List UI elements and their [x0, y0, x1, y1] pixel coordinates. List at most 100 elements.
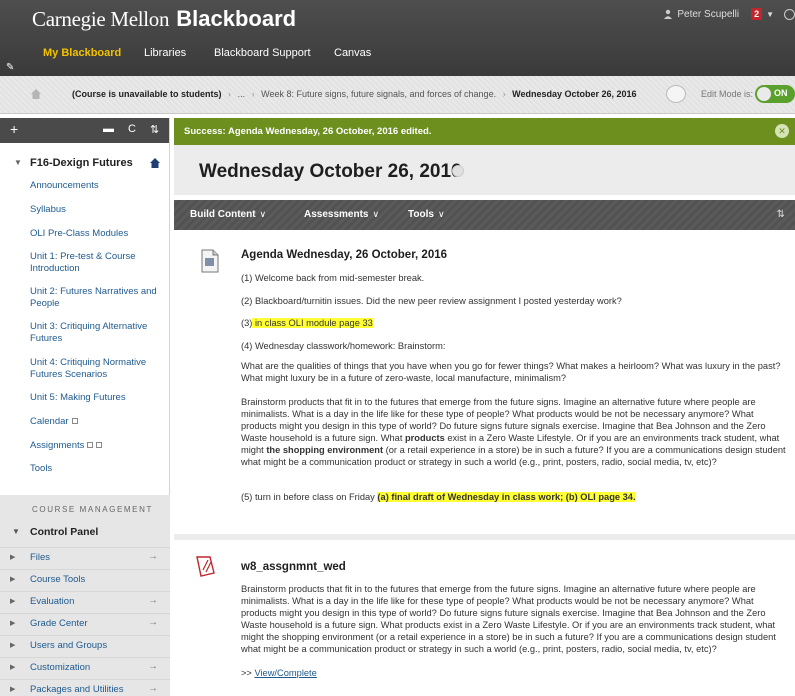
brand-blackboard: Blackboard	[176, 6, 297, 31]
folder-view-icon[interactable]: ▬	[103, 123, 114, 135]
chevron-down-icon: ∨	[437, 209, 445, 219]
expand-arrow-icon[interactable]: ▶	[10, 575, 15, 583]
notification-badge[interactable]: 2	[751, 8, 763, 20]
cp-item-course-tools[interactable]: ▶ Course Tools	[0, 569, 170, 591]
agenda-title[interactable]: Agenda Wednesday, 26 October, 2016	[241, 249, 447, 261]
assignment-title[interactable]: w8_assgnmnt_wed	[241, 561, 346, 573]
success-banner: Success: Agenda Wednesday, 26 October, 2…	[174, 118, 795, 145]
agenda-line-5: What are the qualities of things that yo…	[241, 361, 781, 383]
sidebar-item-unit-3[interactable]: Unit 3: Critiquing Alternative Futures	[30, 321, 166, 345]
tab-canvas[interactable]: Canvas	[334, 47, 371, 59]
agenda-line-3-number: (3)	[241, 318, 253, 328]
assessments-button[interactable]: Assessments ∨	[304, 209, 379, 220]
close-icon[interactable]: ✕	[775, 124, 789, 138]
brand-logo[interactable]: Carnegie Mellon Blackboard	[32, 6, 296, 32]
chevron-down-icon[interactable]	[452, 165, 464, 177]
logout-icon[interactable]	[784, 8, 795, 20]
breadcrumb-trail: (Course is unavailable to students) › ..…	[72, 89, 637, 99]
student-preview-icon[interactable]	[666, 85, 686, 103]
cp-item-grade-center[interactable]: ▶ Grade Center →	[0, 613, 170, 635]
add-menu-item-icon[interactable]: +	[10, 121, 18, 137]
expand-arrow-icon[interactable]: ▶	[10, 553, 15, 561]
breadcrumb-course[interactable]: (Course is unavailable to students)	[72, 89, 222, 99]
sort-icon[interactable]: ⇅	[150, 123, 159, 136]
user-name: Peter Scupelli	[677, 8, 740, 20]
sidebar-item-unit-5[interactable]: Unit 5: Making Futures	[30, 392, 166, 404]
chevron-down-icon[interactable]: ▼	[766, 10, 774, 19]
view-complete-link[interactable]: View/Complete	[254, 668, 316, 678]
highlighted-text: in class OLI module page 33	[252, 318, 373, 328]
tab-libraries[interactable]: Libraries	[144, 47, 186, 59]
cp-item-label: Files	[30, 552, 51, 563]
edit-mode-state: ON	[774, 88, 788, 98]
cp-item-label: Users and Groups	[30, 640, 108, 651]
sort-icon[interactable]: ⇅	[777, 209, 785, 220]
cp-item-label: Packages and Utilities	[30, 684, 124, 695]
cp-item-files[interactable]: ▶ Files →	[0, 547, 170, 569]
breadcrumb-separator: ›	[251, 89, 255, 99]
arrow-right-icon[interactable]: →	[148, 661, 158, 672]
sidebar-item-oli-modules[interactable]: OLI Pre-Class Modules	[30, 228, 166, 240]
breadcrumb-separator: ›	[228, 89, 232, 99]
action-bar: Build Content ∨ Assessments ∨ Tools ∨ ⇅	[174, 200, 795, 230]
tab-my-blackboard[interactable]: My Blackboard	[43, 47, 121, 59]
tool-link-icon	[71, 418, 78, 425]
course-title[interactable]: ▼ F16-Dexign Futures	[0, 155, 170, 173]
home-icon[interactable]	[30, 88, 42, 100]
expand-arrow-icon[interactable]: ▶	[10, 597, 15, 605]
sidebar-item-unit-1[interactable]: Unit 1: Pre-test & Course Introduction	[30, 251, 166, 275]
toggle-knob	[757, 87, 771, 101]
sidebar-item-announcements[interactable]: Announcements	[30, 180, 166, 192]
arrow-right-icon[interactable]: →	[148, 617, 158, 628]
nav-tabs: My Blackboard Libraries Blackboard Suppo…	[0, 40, 795, 76]
cp-item-users-groups[interactable]: ▶ Users and Groups	[0, 635, 170, 657]
collapse-arrow-icon[interactable]: ▼	[12, 527, 20, 536]
sidebar-item-assignments[interactable]: Assignments	[30, 440, 166, 452]
user-menu[interactable]: Peter Scupelli 2 ▼	[663, 8, 795, 20]
tab-blackboard-support[interactable]: Blackboard Support	[214, 47, 311, 59]
sidebar-item-unit-2[interactable]: Unit 2: Futures Narratives and People	[30, 286, 166, 310]
cp-item-label: Customization	[30, 662, 91, 673]
expand-arrow-icon[interactable]: ▶	[10, 663, 15, 671]
agenda-line-6: Brainstorm products that fit in to the f…	[241, 396, 786, 468]
agenda-line-4: (4) Wednesday classwork/homework: Brains…	[241, 341, 446, 351]
cp-item-evaluation[interactable]: ▶ Evaluation →	[0, 591, 170, 613]
arrow-right-icon[interactable]: →	[148, 595, 158, 606]
highlighted-text: (a) final draft of Wednesday in class wo…	[377, 492, 636, 502]
control-panel-header[interactable]: ▼ Control Panel	[0, 525, 170, 541]
expand-arrow-icon[interactable]: ▶	[10, 619, 15, 627]
agenda-bold-text: products	[405, 433, 445, 443]
build-content-button[interactable]: Build Content ∨	[190, 209, 266, 220]
collapse-arrow-icon[interactable]: ▼	[14, 158, 22, 167]
person-icon	[664, 9, 673, 19]
breadcrumb-ellipsis[interactable]: ...	[238, 89, 246, 99]
cp-item-packages-utilities[interactable]: ▶ Packages and Utilities →	[0, 679, 170, 696]
cp-item-customization[interactable]: ▶ Customization →	[0, 657, 170, 679]
button-label: Build Content	[190, 209, 256, 220]
assignment-link-row: >> View/Complete	[241, 667, 786, 679]
edit-mode-toggle[interactable]: ON	[755, 85, 795, 103]
arrow-right-icon[interactable]: →	[148, 683, 158, 694]
tools-button[interactable]: Tools ∨	[408, 209, 445, 220]
agenda-line-1: (1) Welcome back from mid-semester break…	[241, 273, 425, 283]
sidebar-toolbar: + ▬ C ⇅	[0, 118, 169, 143]
home-icon[interactable]	[149, 157, 161, 169]
sidebar-item-unit-4[interactable]: Unit 4: Critiquing Normative Futures Sce…	[30, 357, 166, 381]
cp-item-label: Evaluation	[30, 596, 75, 607]
arrow-right-icon[interactable]: →	[148, 551, 158, 562]
sidebar-item-label: Assignments	[30, 440, 85, 451]
breadcrumb-week[interactable]: Week 8: Future signs, future signals, an…	[261, 89, 496, 99]
page-title: Wednesday October 26, 2016	[199, 161, 462, 182]
sidebar-item-calendar[interactable]: Calendar	[30, 416, 166, 428]
sidebar-item-tools[interactable]: Tools	[30, 463, 166, 475]
sidebar-item-syllabus[interactable]: Syllabus	[30, 204, 166, 216]
course-name: F16-Dexign Futures	[30, 157, 133, 169]
expand-arrow-icon[interactable]: ▶	[10, 685, 15, 693]
brush-icon[interactable]: ✎	[6, 62, 14, 73]
edit-mode-label: Edit Mode is:	[701, 89, 754, 99]
chevron-down-icon: ∨	[372, 209, 380, 219]
refresh-icon[interactable]: C	[128, 123, 136, 135]
expand-arrow-icon[interactable]: ▶	[10, 641, 15, 649]
top-header: Carnegie Mellon Blackboard Peter Scupell…	[0, 0, 795, 76]
breadcrumb-current: Wednesday October 26, 2016	[512, 89, 637, 99]
